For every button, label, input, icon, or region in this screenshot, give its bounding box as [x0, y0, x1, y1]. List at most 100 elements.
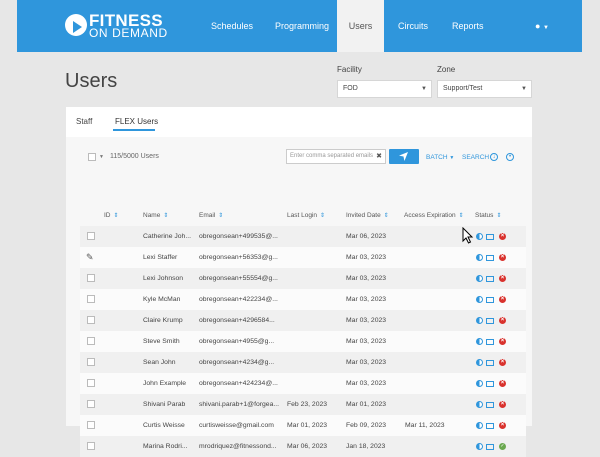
table-row[interactable]: Lexi Johnson obregonsean+55554@g... Mar …	[80, 268, 526, 289]
col-header-label: Email	[199, 212, 216, 219]
cell-email: obregonsean+4296584...	[199, 317, 275, 324]
status-half-circle-icon[interactable]	[476, 401, 483, 408]
row-checkbox[interactable]	[87, 232, 95, 240]
cell-access-expiration	[405, 289, 463, 310]
search-button[interactable]: SEARCH	[462, 154, 489, 161]
mouse-cursor-icon	[462, 227, 474, 244]
cell-last-login: Mar 06, 2023	[287, 443, 328, 450]
remove-icon[interactable]: ×	[499, 338, 506, 345]
mail-icon[interactable]	[486, 402, 494, 408]
nav-programming[interactable]: Programming	[275, 0, 329, 52]
batch-button[interactable]: BATCH ▼	[426, 154, 454, 161]
nav-circuits[interactable]: Circuits	[398, 0, 428, 52]
row-checkbox[interactable]	[87, 337, 95, 345]
remove-icon[interactable]: ×	[499, 233, 506, 240]
mail-icon[interactable]	[486, 423, 494, 429]
cell-access-expiration	[405, 352, 463, 373]
select-all-checkbox[interactable]	[88, 153, 96, 161]
cell-email: obregonsean+4234@g...	[199, 359, 275, 366]
status-half-circle-icon[interactable]	[476, 443, 483, 450]
mail-icon[interactable]	[486, 339, 494, 345]
row-checkbox[interactable]	[87, 442, 95, 450]
mail-icon[interactable]	[486, 381, 494, 387]
mail-icon[interactable]	[486, 360, 494, 366]
clear-input-icon[interactable]: ✖	[376, 150, 382, 163]
col-header-name[interactable]: Name ⇕	[143, 212, 168, 219]
mail-icon[interactable]	[486, 255, 494, 261]
remove-icon[interactable]: ×	[499, 317, 506, 324]
fitness-on-demand-logo[interactable]: FITNESS ON DEMAND	[65, 12, 175, 40]
pencil-icon[interactable]: ✎	[86, 252, 94, 263]
cell-name: Sean John	[143, 359, 176, 366]
download-icon[interactable]: ↓	[490, 153, 498, 161]
sort-icon: ⇕	[383, 213, 389, 219]
table-row[interactable]: Marina Rodri... mrodriquez@fitnessond...…	[80, 436, 526, 457]
facility-label: Facility	[337, 65, 362, 74]
batch-label: BATCH	[426, 154, 448, 161]
remove-icon[interactable]: ×	[499, 296, 506, 303]
cell-invited-date: Mar 03, 2023	[346, 317, 387, 324]
tab-flex-users[interactable]: FLEX Users	[115, 117, 158, 126]
table-row[interactable]: Sean John obregonsean+4234@g... Mar 03, …	[80, 352, 526, 373]
remove-icon[interactable]: ×	[499, 380, 506, 387]
tab-staff[interactable]: Staff	[76, 117, 92, 126]
cell-invited-date: Mar 03, 2023	[346, 296, 387, 303]
facility-select[interactable]: FOD ▼	[337, 80, 432, 98]
remove-icon[interactable]: ×	[499, 254, 506, 261]
row-checkbox[interactable]	[87, 358, 95, 366]
table-row[interactable]: Claire Krump obregonsean+4296584... Mar …	[80, 310, 526, 331]
row-checkbox[interactable]	[87, 295, 95, 303]
row-checkbox[interactable]	[87, 379, 95, 387]
sort-icon: ⇕	[320, 213, 326, 219]
status-half-circle-icon[interactable]	[476, 380, 483, 387]
user-icon: ●	[535, 21, 541, 31]
status-half-circle-icon[interactable]	[476, 359, 483, 366]
table-row[interactable]: ✎ Lexi Staffer obregonsean+56353@g... Ma…	[80, 247, 526, 268]
row-checkbox[interactable]	[87, 421, 95, 429]
col-header-email[interactable]: Email ⇕	[199, 212, 223, 219]
col-header-id[interactable]: ID ⇕	[104, 212, 119, 219]
col-header-status[interactable]: Status ⇕	[475, 212, 501, 219]
status-half-circle-icon[interactable]	[476, 275, 483, 282]
col-header-last-login[interactable]: Last Login ⇕	[287, 212, 325, 219]
mail-icon[interactable]	[486, 297, 494, 303]
active-check-icon[interactable]: ✓	[499, 443, 506, 450]
nav-schedules[interactable]: Schedules	[211, 0, 253, 52]
status-half-circle-icon[interactable]	[476, 317, 483, 324]
facility-value: FOD	[343, 85, 358, 92]
remove-icon[interactable]: ×	[499, 401, 506, 408]
user-menu-button[interactable]: ● ▼	[535, 0, 549, 52]
col-header-access-expiration[interactable]: Access Expiration ⇕	[404, 212, 464, 219]
status-half-circle-icon[interactable]	[476, 233, 483, 240]
nav-users[interactable]: Users	[337, 0, 384, 52]
remove-icon[interactable]: ×	[499, 275, 506, 282]
row-checkbox[interactable]	[87, 316, 95, 324]
table-row[interactable]: Steve Smith obregonsean+4955@g... Mar 03…	[80, 331, 526, 352]
row-checkbox[interactable]	[87, 400, 95, 408]
zone-select[interactable]: Support/Test ▼	[437, 80, 532, 98]
table-row[interactable]: Catherine Joh... obregonsean+499535@... …	[80, 226, 526, 247]
status-half-circle-icon[interactable]	[476, 338, 483, 345]
chevron-down-icon: ▼	[421, 86, 427, 92]
nav-reports[interactable]: Reports	[452, 0, 484, 52]
mail-icon[interactable]	[486, 318, 494, 324]
col-header-invited-date[interactable]: Invited Date ⇕	[346, 212, 389, 219]
chevron-down-icon[interactable]: ▼	[99, 154, 104, 160]
col-header-label: Name	[143, 212, 161, 219]
table-row[interactable]: John Example obregonsean+424234@... Mar …	[80, 373, 526, 394]
mail-icon[interactable]	[486, 276, 494, 282]
sort-icon: ⇕	[496, 213, 502, 219]
mail-icon[interactable]	[486, 444, 494, 450]
remove-icon[interactable]: ×	[499, 359, 506, 366]
invite-email-input[interactable]: Enter comma separated emails ✖	[286, 149, 386, 164]
table-row[interactable]: Kyle McMan obregonsean+422234@... Mar 03…	[80, 289, 526, 310]
send-invite-button[interactable]	[389, 149, 419, 164]
status-half-circle-icon[interactable]	[476, 254, 483, 261]
status-half-circle-icon[interactable]	[476, 296, 483, 303]
row-checkbox[interactable]	[87, 274, 95, 282]
settings-icon[interactable]: •	[506, 153, 514, 161]
table-row[interactable]: Shivani Parab shivani.parab+1@forgea... …	[80, 394, 526, 415]
cell-invited-date: Mar 03, 2023	[346, 359, 387, 366]
col-header-label: ID	[104, 212, 111, 219]
mail-icon[interactable]	[486, 234, 494, 240]
